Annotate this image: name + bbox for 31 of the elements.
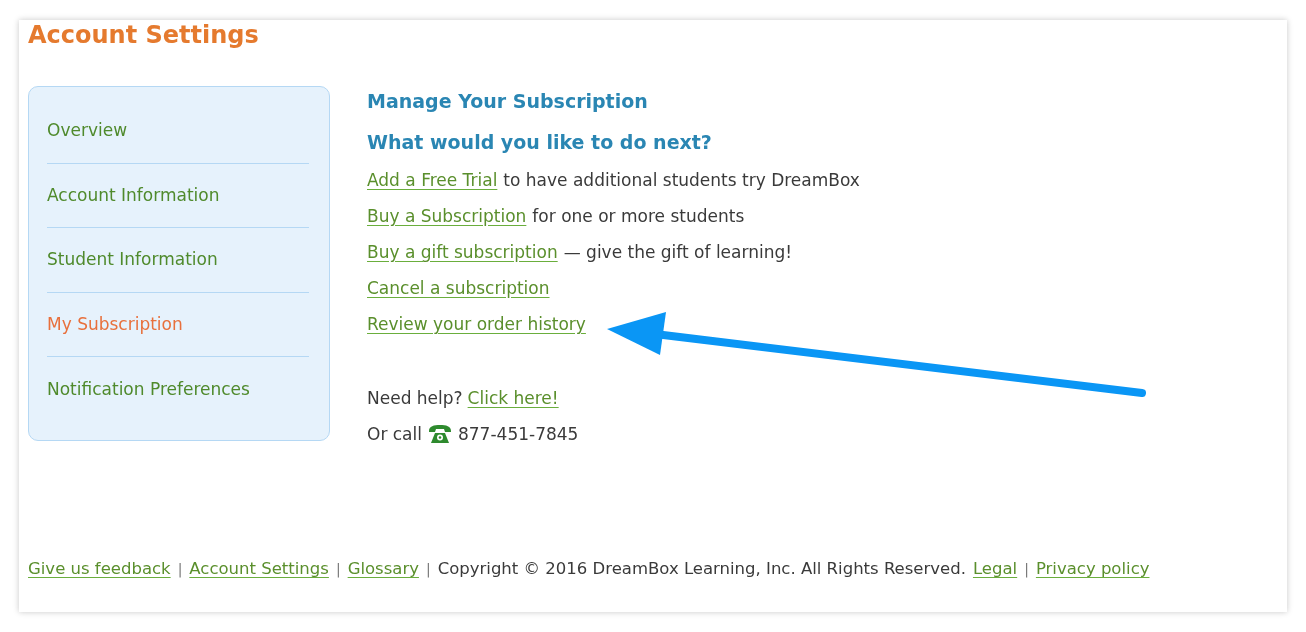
section-subheading: What would you like to do next? bbox=[367, 130, 712, 155]
help-text: Need help? bbox=[367, 387, 463, 410]
phone-number: 877-451-7845 bbox=[458, 423, 579, 446]
footer-link[interactable]: Account Settings bbox=[189, 557, 329, 582]
action-link[interactable]: Buy a gift subscription bbox=[367, 234, 558, 270]
footer-link[interactable]: Legal bbox=[972, 557, 1018, 582]
section-heading: Manage Your Subscription bbox=[367, 89, 648, 114]
page-title: Account Settings bbox=[28, 20, 259, 50]
copyright-text: Copyright © 2016 DreamBox Learning, Inc. All Rights Reserved. bbox=[437, 558, 966, 581]
sidebar-item[interactable]: Account Information bbox=[47, 182, 220, 208]
footer-link[interactable]: Give us feedback bbox=[28, 557, 171, 582]
action-description: for one or more students bbox=[532, 205, 745, 228]
action-link[interactable]: Buy a Subscription bbox=[367, 198, 527, 234]
action-description: — give the gift of learning! bbox=[563, 241, 793, 264]
sidebar-item[interactable]: Notification Preferences bbox=[47, 376, 250, 402]
footer-separator: | bbox=[177, 560, 183, 580]
action-link[interactable]: Cancel a subscription bbox=[367, 270, 550, 306]
action-description: to have additional students try DreamBox bbox=[503, 169, 860, 192]
sidebar-item[interactable]: Overview bbox=[47, 118, 128, 144]
footer-separator: | bbox=[335, 560, 341, 580]
footer-separator: | bbox=[425, 560, 431, 580]
call-text: Or call bbox=[367, 423, 422, 446]
footer-link[interactable]: Glossary bbox=[347, 557, 419, 582]
action-link[interactable]: Review your order history bbox=[367, 306, 586, 342]
help-link[interactable]: Click here! bbox=[467, 380, 559, 416]
footer-separator: | bbox=[1024, 560, 1029, 580]
action-link[interactable]: Add a Free Trial bbox=[367, 162, 498, 198]
sidebar-item[interactable]: Student Information bbox=[47, 247, 218, 273]
sidebar-item[interactable]: My Subscription bbox=[47, 311, 183, 337]
telephone-icon bbox=[428, 424, 452, 444]
footer-link[interactable]: Privacy policy bbox=[1035, 557, 1150, 582]
